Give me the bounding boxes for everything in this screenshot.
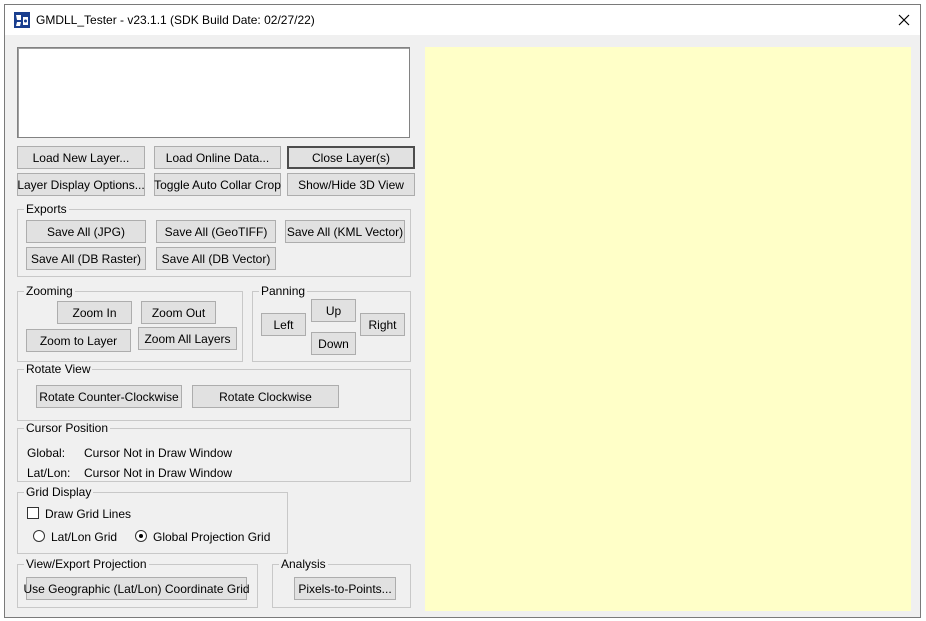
- global-coord-label: Global:: [27, 446, 66, 460]
- zoom-in-button[interactable]: Zoom In: [57, 301, 132, 324]
- pixels-to-points-button[interactable]: Pixels-to-Points...: [294, 577, 396, 600]
- exports-label: Exports: [24, 202, 69, 216]
- rotate-clockwise-button[interactable]: Rotate Clockwise: [192, 385, 339, 408]
- load-online-data-button[interactable]: Load Online Data...: [154, 146, 281, 169]
- global-coord-value: Cursor Not in Draw Window: [84, 446, 233, 460]
- toggle-auto-collar-crop-button[interactable]: Toggle Auto Collar Crop: [154, 173, 281, 196]
- draw-grid-lines-checkbox[interactable]: [27, 507, 39, 519]
- analysis-label: Analysis: [279, 557, 328, 571]
- close-layers-button[interactable]: Close Layer(s): [287, 146, 415, 169]
- save-all-kml-vector-button[interactable]: Save All (KML Vector): [285, 220, 405, 243]
- layer-display-options-button[interactable]: Layer Display Options...: [17, 173, 145, 196]
- window-title: GMDLL_Tester - v23.1.1 (SDK Build Date: …: [36, 13, 315, 27]
- rotate-view-label: Rotate View: [24, 362, 93, 376]
- app-globe-icon: [14, 12, 30, 28]
- global-projection-grid-radio[interactable]: [135, 530, 147, 542]
- save-all-geotiff-button[interactable]: Save All (GeoTIFF): [156, 220, 276, 243]
- view-export-projection-label: View/Export Projection: [24, 557, 149, 571]
- load-new-layer-button[interactable]: Load New Layer...: [17, 146, 145, 169]
- latlon-grid-label[interactable]: Lat/Lon Grid: [51, 530, 117, 544]
- draw-window[interactable]: [425, 47, 911, 611]
- main-content: Load New Layer... Load Online Data... Cl…: [5, 35, 920, 617]
- close-icon: [898, 14, 910, 26]
- pan-right-button[interactable]: Right: [360, 313, 405, 336]
- latlon-grid-radio[interactable]: [33, 530, 45, 542]
- save-all-jpg-button[interactable]: Save All (JPG): [26, 220, 146, 243]
- zooming-label: Zooming: [24, 284, 75, 298]
- grid-display-label: Grid Display: [24, 485, 94, 499]
- rotate-counter-clockwise-button[interactable]: Rotate Counter-Clockwise: [36, 385, 182, 408]
- latlon-coord-value: Cursor Not in Draw Window: [84, 466, 233, 480]
- draw-grid-lines-label[interactable]: Draw Grid Lines: [45, 507, 131, 521]
- close-window-button[interactable]: [888, 5, 920, 35]
- cursor-position-label: Cursor Position: [24, 421, 111, 435]
- zoom-out-button[interactable]: Zoom Out: [141, 301, 216, 324]
- radio-selected-dot: [139, 534, 143, 538]
- save-all-db-vector-button[interactable]: Save All (DB Vector): [156, 247, 276, 270]
- zoom-to-layer-button[interactable]: Zoom to Layer: [26, 329, 131, 352]
- layer-list[interactable]: [17, 47, 410, 138]
- zoom-all-layers-button[interactable]: Zoom All Layers: [138, 327, 237, 350]
- show-hide-3d-view-button[interactable]: Show/Hide 3D View: [287, 173, 415, 196]
- pan-up-button[interactable]: Up: [311, 299, 356, 322]
- panning-label: Panning: [259, 284, 308, 298]
- title-bar[interactable]: GMDLL_Tester - v23.1.1 (SDK Build Date: …: [5, 5, 920, 35]
- global-projection-grid-label[interactable]: Global Projection Grid: [153, 530, 270, 544]
- grid-display-group: Grid Display: [17, 485, 288, 554]
- use-geographic-grid-button[interactable]: Use Geographic (Lat/Lon) Coordinate Grid: [23, 577, 250, 600]
- latlon-coord-label: Lat/Lon:: [27, 466, 71, 480]
- save-all-db-raster-button[interactable]: Save All (DB Raster): [26, 247, 146, 270]
- pan-down-button[interactable]: Down: [311, 332, 356, 355]
- app-window: GMDLL_Tester - v23.1.1 (SDK Build Date: …: [4, 4, 921, 618]
- pan-left-button[interactable]: Left: [261, 313, 306, 336]
